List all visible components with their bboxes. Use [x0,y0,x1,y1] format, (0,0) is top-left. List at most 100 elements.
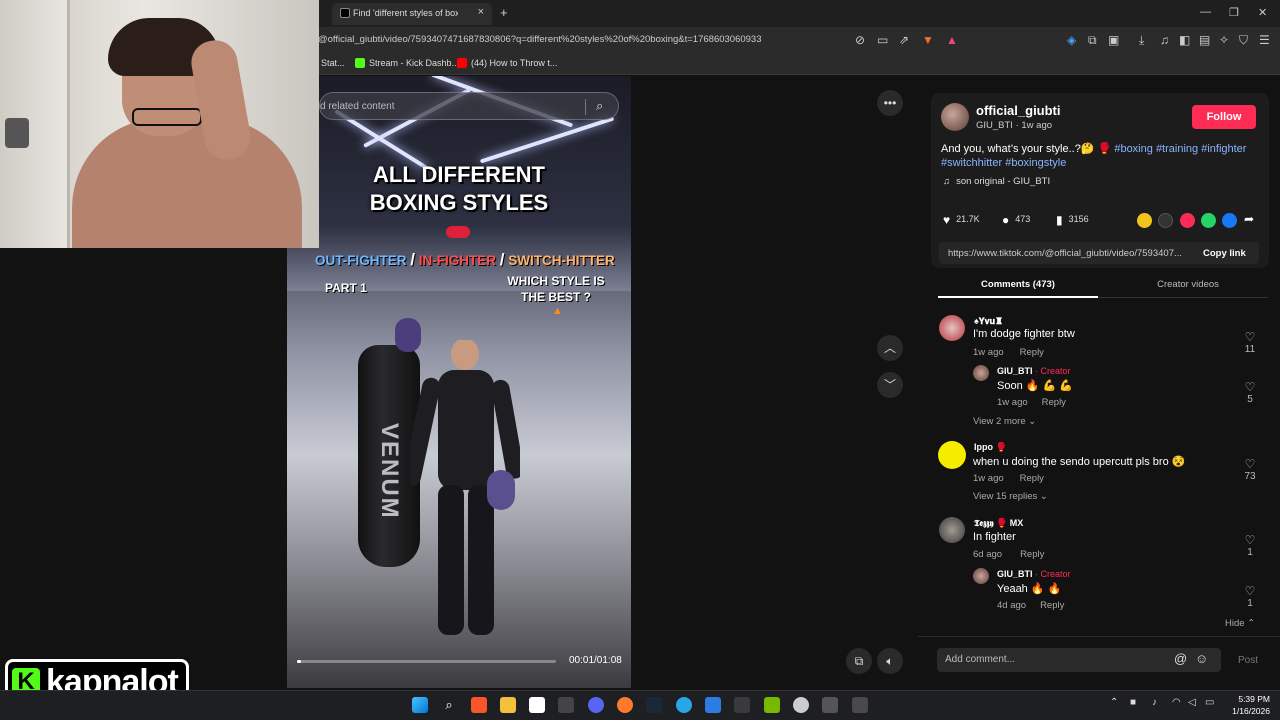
view-more-replies[interactable]: View 2 more ⌄ [973,416,1036,427]
app-icon[interactable] [617,697,633,713]
sound-link[interactable]: ♫ son original - GIU_BTI [943,176,1050,187]
comment-like[interactable]: ♡ 73 [1240,457,1260,482]
sidebar-icon[interactable]: ◧ [1179,33,1190,47]
taskbar-search-icon[interactable]: ⌕ [441,697,457,713]
comment-stat[interactable]: ● 473 [1002,213,1030,227]
nvidia-icon[interactable] [764,697,780,713]
creator-avatar[interactable] [973,365,989,381]
hashtag-training[interactable]: #training [1156,143,1198,155]
app-icon[interactable] [852,697,868,713]
cast-icon[interactable]: ▭ [877,33,888,47]
comment-input[interactable]: Add comment... @ ☺ [937,648,1221,672]
obs-icon[interactable] [793,697,809,713]
embed-share-icon[interactable] [1137,213,1152,228]
commenter-avatar[interactable] [938,441,966,469]
commenter-name[interactable]: GIU_BTI · Creator [997,366,1071,376]
like-stat[interactable]: ♥ 21.7K [943,213,980,227]
app-icon[interactable] [529,697,545,713]
code-share-icon[interactable] [1158,213,1173,228]
bookmark-kick[interactable]: Stream - Kick Dashb... [355,58,459,68]
more-share-icon[interactable]: ➦ [1244,212,1254,226]
tab-comments[interactable]: Comments (473) [938,272,1098,298]
terminal-icon[interactable] [558,697,574,713]
brave-rewards-icon[interactable]: ▲ [946,33,958,47]
music-icon[interactable]: ♫ [1160,33,1169,47]
minimize-button[interactable]: — [1200,6,1211,18]
tab-close-icon[interactable]: × [478,6,484,18]
author-name[interactable]: official_giubti [976,103,1061,118]
url-field[interactable]: @official_giubti/video/75934074716878308… [318,34,762,45]
reply-button[interactable]: Reply [1040,600,1064,611]
new-tab-button[interactable]: + [500,5,508,20]
commenter-name[interactable]: 𝕿𝖊𝖟𝖟𝖞 🥊 MX [974,518,1023,529]
microphone-icon[interactable]: ♪ [1152,697,1157,708]
clock-time[interactable]: 5:39 PM [1232,694,1270,704]
reply-button[interactable]: Reply [1020,549,1044,560]
telegram-icon[interactable] [676,697,692,713]
emoji-icon[interactable]: ☺ [1195,651,1208,666]
send-share-icon[interactable] [1180,213,1195,228]
facebook-share-icon[interactable] [1222,213,1237,228]
reply-button[interactable]: Reply [1020,473,1044,484]
hashtag-infighter[interactable]: #infighter [1201,143,1246,155]
brave-browser-icon[interactable] [471,697,487,713]
commenter-avatar[interactable] [939,315,965,341]
close-window-button[interactable]: ✕ [1258,6,1267,19]
hashtag-boxingstyle[interactable]: #boxingstyle [1005,157,1066,169]
share-icon[interactable]: ⇗ [899,33,909,47]
commenter-avatar[interactable] [939,517,965,543]
app-icon[interactable] [734,697,750,713]
clock-date[interactable]: 1/16/2026 [1226,706,1270,716]
discord-icon[interactable] [588,697,604,713]
video-progress-bar[interactable] [297,660,556,663]
commenter-name[interactable]: Ippo 🥊 [974,442,1007,453]
commenter-name[interactable]: ♠𝐘𝐯𝐮♜ [974,316,1003,327]
bookmark-stat[interactable]: Stat... [321,58,345,68]
picture-in-picture-icon[interactable]: ⧉ [846,648,872,674]
post-comment-button[interactable]: Post [1238,655,1258,666]
volume-tray-icon[interactable]: ◁ [1188,697,1196,708]
video-search-bar[interactable]: d related content ⌕ [319,92,619,120]
hashtag-boxing[interactable]: #boxing [1114,143,1153,155]
tray-chevron-icon[interactable]: ⌃ [1110,697,1118,708]
app-icon[interactable] [705,697,721,713]
vpn-icon[interactable]: ⛉ [1239,33,1248,48]
wallet-icon[interactable]: ▤ [1199,33,1210,47]
brave-shield-icon[interactable]: ▼ [922,33,934,47]
copy-link-button[interactable]: Copy link [1203,248,1246,259]
mention-icon[interactable]: @ [1174,651,1187,666]
next-video-icon[interactable]: ﹀ [877,372,903,398]
previous-video-icon[interactable]: ︿ [877,335,903,361]
mute-icon[interactable]: ⊘ [855,33,865,47]
download-icon[interactable]: ⤓ [1139,33,1144,48]
author-avatar[interactable] [941,103,969,131]
comment-like[interactable]: ♡ 5 [1240,380,1260,405]
bookmark-youtube[interactable]: (44) How to Throw t... [457,58,557,68]
more-options-icon[interactable]: ••• [877,90,903,116]
post-link-url[interactable]: https://www.tiktok.com/@official_giubti/… [948,248,1194,259]
view-more-replies[interactable]: View 15 replies ⌄ [973,491,1048,502]
restore-button[interactable]: ❐ [1229,6,1239,19]
hide-replies[interactable]: Hide ⌃ [1225,618,1255,629]
volume-icon[interactable]: 🔈︎ [877,648,903,674]
app-icon[interactable] [822,697,838,713]
save-stat[interactable]: ▮ 3156 [1056,213,1089,227]
tab-creator-videos[interactable]: Creator videos [1108,272,1268,298]
battery-icon[interactable]: ▭ [1205,697,1214,708]
windows-start-icon[interactable] [412,697,428,713]
follow-button[interactable]: Follow [1192,105,1256,129]
file-explorer-icon[interactable] [500,697,516,713]
screenshot-icon[interactable]: ▣ [1108,33,1119,47]
search-icon[interactable]: ⌕ [596,98,603,114]
puzzle-icon[interactable]: ⧉ [1088,33,1097,48]
reply-button[interactable]: Reply [1042,397,1066,408]
reply-button[interactable]: Reply [1020,347,1044,358]
comment-like[interactable]: ♡ 11 [1240,330,1260,355]
leo-icon[interactable]: ✧ [1219,33,1229,47]
comment-like[interactable]: ♡ 1 [1240,584,1260,609]
commenter-name[interactable]: GIU_BTI · Creator [997,569,1071,579]
browser-tab[interactable]: Find 'different styles of boxing' × [332,3,492,25]
tray-app-icon[interactable]: ■ [1130,697,1136,708]
steam-icon[interactable] [646,697,662,713]
comment-like[interactable]: ♡ 1 [1240,533,1260,558]
